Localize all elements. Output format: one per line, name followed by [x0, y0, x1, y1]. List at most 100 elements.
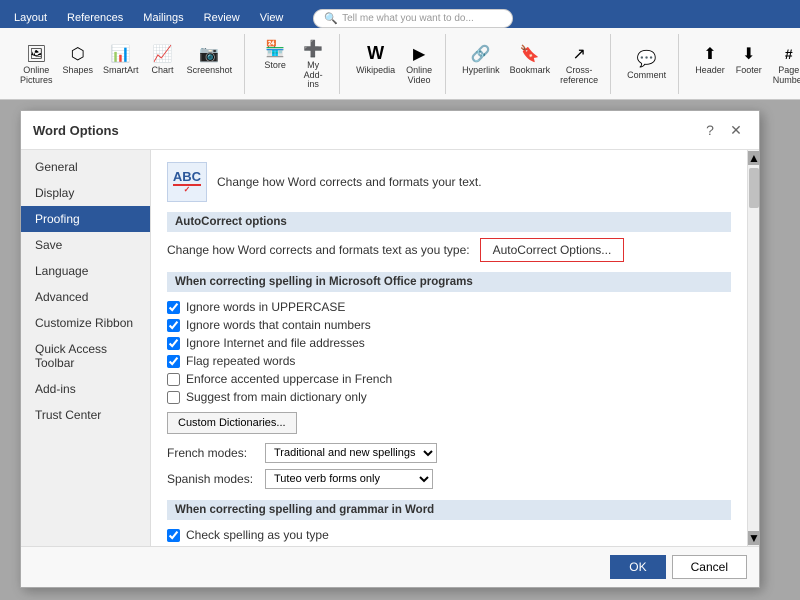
scrollbar-thumb[interactable] — [749, 168, 759, 208]
scroll-down-arrow[interactable]: ▼ — [748, 531, 759, 545]
checkbox-suggest-main-input[interactable] — [167, 391, 180, 404]
comment-label: Comment — [627, 71, 666, 81]
smartart-icon: 📊 — [109, 42, 133, 66]
ribbon-tab-review[interactable]: Review — [194, 8, 250, 28]
abc-text: ABC — [173, 170, 201, 183]
header-label: Header — [695, 66, 725, 76]
spanish-modes-label: Spanish modes: — [167, 472, 257, 486]
comment-btn[interactable]: 💬 Comment — [623, 45, 670, 83]
store-icon: 🏪 — [263, 37, 287, 61]
sidebar-item-trust-center[interactable]: Trust Center — [21, 402, 150, 428]
sidebar-item-language[interactable]: Language — [21, 258, 150, 284]
ribbon-tab-mailings[interactable]: Mailings — [133, 8, 193, 28]
my-addins-btn[interactable]: ➕ My Add-ins — [295, 35, 331, 93]
sidebar-item-quick-access-toolbar[interactable]: Quick Access Toolbar — [21, 336, 150, 376]
ribbon-tab-view[interactable]: View — [250, 8, 294, 28]
online-video-btn[interactable]: ▶ OnlineVideo — [401, 40, 437, 88]
sidebar-item-advanced[interactable]: Advanced — [21, 284, 150, 310]
chart-label: Chart — [152, 66, 174, 76]
search-icon: 🔍 — [324, 12, 338, 25]
footer-btn[interactable]: ⬇ Footer — [731, 40, 767, 88]
hyperlink-label: Hyperlink — [462, 66, 500, 76]
sidebar-item-addins[interactable]: Add-ins — [21, 376, 150, 402]
header-icon: ⬆ — [698, 42, 722, 66]
checkbox-ignore-uppercase: Ignore words in UPPERCASE — [167, 298, 731, 316]
cross-reference-btn[interactable]: ↗ Cross-reference — [556, 40, 602, 88]
checkbox-check-spelling-input[interactable] — [167, 529, 180, 542]
illustrations-group: 🖼 OnlinePictures ⬡ Shapes 📊 SmartArt 📈 C… — [8, 34, 245, 94]
ok-button[interactable]: OK — [610, 555, 665, 579]
checkbox-ignore-internet-input[interactable] — [167, 337, 180, 350]
sidebar-item-save[interactable]: Save — [21, 232, 150, 258]
custom-dictionaries-button[interactable]: Custom Dictionaries... — [167, 412, 297, 434]
autocorrect-options-button[interactable]: AutoCorrect Options... — [480, 238, 625, 262]
bookmark-icon: 🔖 — [518, 42, 542, 66]
checkbox-suggest-main: Suggest from main dictionary only — [167, 388, 731, 406]
search-bar[interactable]: 🔍 Tell me what you want to do... — [313, 9, 513, 28]
checkbox-ignore-uppercase-input[interactable] — [167, 301, 180, 314]
page-number-btn[interactable]: # PageNumber — [769, 40, 800, 88]
checkbox-ignore-internet: Ignore Internet and file addresses — [167, 334, 731, 352]
intro-text: Change how Word corrects and formats you… — [217, 175, 482, 189]
comments-group: 💬 Comment — [615, 34, 679, 94]
cross-reference-label: Cross-reference — [560, 66, 598, 86]
media-group: W Wikipedia ▶ OnlineVideo — [344, 34, 446, 94]
sidebar-item-general[interactable]: General — [21, 154, 150, 180]
addins-label: My Add-ins — [299, 61, 327, 91]
french-modes-label: French modes: — [167, 446, 257, 460]
links-group: 🔗 Hyperlink 🔖 Bookmark ↗ Cross-reference — [450, 34, 611, 94]
checkbox-enforce-accented-label: Enforce accented uppercase in French — [186, 372, 392, 386]
checkbox-enforce-accented: Enforce accented uppercase in French — [167, 370, 731, 388]
checkbox-ignore-numbers: Ignore words that contain numbers — [167, 316, 731, 334]
dialog-overlay: Word Options ? ✕ General Display Proofin… — [0, 100, 800, 600]
checkbox-flag-repeated-input[interactable] — [167, 355, 180, 368]
bookmark-btn[interactable]: 🔖 Bookmark — [506, 40, 555, 88]
chart-icon: 📈 — [151, 42, 175, 66]
checkbox-enforce-accented-input[interactable] — [167, 373, 180, 386]
online-pictures-btn[interactable]: 🖼 OnlinePictures — [16, 40, 57, 88]
chart-btn[interactable]: 📈 Chart — [145, 40, 181, 88]
checkbox-ignore-numbers-input[interactable] — [167, 319, 180, 332]
checkbox-ignore-numbers-label: Ignore words that contain numbers — [186, 318, 371, 332]
page-number-icon: # — [777, 42, 800, 66]
shapes-btn[interactable]: ⬡ Shapes — [59, 40, 98, 88]
french-modes-row: French modes: Traditional and new spelli… — [167, 440, 731, 466]
hyperlink-btn[interactable]: 🔗 Hyperlink — [458, 40, 504, 88]
wikipedia-btn[interactable]: W Wikipedia — [352, 40, 399, 88]
page-number-label: PageNumber — [773, 66, 800, 86]
word-grammar-section-header: When correcting spelling and grammar in … — [167, 500, 731, 520]
footer-icon: ⬇ — [737, 42, 761, 66]
sidebar-item-proofing[interactable]: Proofing — [21, 206, 150, 232]
bookmark-label: Bookmark — [510, 66, 551, 76]
ribbon-tab-layout[interactable]: Layout — [4, 8, 57, 28]
store-btn[interactable]: 🏪 Store — [257, 35, 293, 93]
sidebar-item-customize-ribbon[interactable]: Customize Ribbon — [21, 310, 150, 336]
smartart-label: SmartArt — [103, 66, 139, 76]
screenshot-icon: 📷 — [197, 42, 221, 66]
cross-reference-icon: ↗ — [567, 42, 591, 66]
screenshot-btn[interactable]: 📷 Screenshot — [183, 40, 237, 88]
scrollbar[interactable]: ▲ ▼ — [747, 150, 759, 546]
main-content: ABC ✓ Change how Word corrects and forma… — [151, 150, 747, 546]
addins-group: 🏪 Store ➕ My Add-ins — [249, 34, 340, 94]
french-modes-select[interactable]: Traditional and new spellings Traditiona… — [265, 443, 437, 463]
word-options-dialog: Word Options ? ✕ General Display Proofin… — [20, 110, 760, 588]
spanish-modes-select[interactable]: Tuteo verb forms only Tuteo and Voseo ve… — [265, 469, 433, 489]
cancel-button[interactable]: Cancel — [672, 555, 747, 579]
help-button[interactable]: ? — [699, 119, 721, 141]
autocorrect-label: Change how Word corrects and formats tex… — [167, 243, 470, 257]
checkbox-check-spelling: Check spelling as you type — [167, 526, 731, 544]
checkbox-ignore-uppercase-label: Ignore words in UPPERCASE — [186, 300, 345, 314]
smartart-btn[interactable]: 📊 SmartArt — [99, 40, 143, 88]
footer-label: Footer — [736, 66, 762, 76]
header-btn[interactable]: ⬆ Header — [691, 40, 729, 88]
shapes-label: Shapes — [63, 66, 94, 76]
scroll-up-arrow[interactable]: ▲ — [748, 151, 759, 165]
online-video-label: OnlineVideo — [406, 66, 432, 86]
sidebar-item-display[interactable]: Display — [21, 180, 150, 206]
checkbox-flag-repeated-label: Flag repeated words — [186, 354, 295, 368]
dialog-titlebar: Word Options ? ✕ — [21, 111, 759, 150]
ribbon-tab-references[interactable]: References — [57, 8, 133, 28]
close-button[interactable]: ✕ — [725, 119, 747, 141]
header-footer-group: ⬆ Header ⬇ Footer # PageNumber — [683, 34, 800, 94]
